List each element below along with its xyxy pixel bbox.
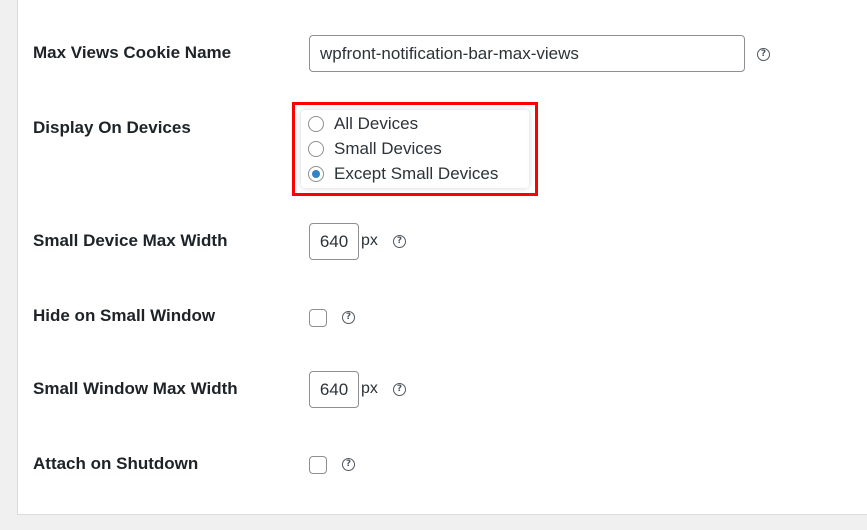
unit-label: px [361, 232, 378, 249]
max-views-cookie-input[interactable] [309, 35, 745, 72]
small-window-max-width-label: Small Window Max Width [33, 379, 238, 398]
hide-on-small-window-checkbox[interactable] [309, 309, 327, 327]
help-icon[interactable]: ? [393, 383, 406, 396]
hide-on-small-window-label: Hide on Small Window [33, 306, 216, 325]
unit-label: px [361, 380, 378, 397]
settings-panel [17, 0, 867, 515]
red-highlight-box [292, 102, 538, 196]
small-device-max-width-label: Small Device Max Width [33, 231, 228, 250]
help-icon[interactable]: ? [393, 235, 406, 248]
help-icon[interactable]: ? [757, 48, 770, 61]
max-views-cookie-label: Max Views Cookie Name [33, 43, 232, 62]
display-on-devices-label: Display On Devices [33, 118, 191, 137]
small-device-max-width-input[interactable] [309, 223, 359, 260]
attach-on-shutdown-label: Attach on Shutdown [33, 454, 199, 473]
help-icon[interactable]: ? [342, 458, 355, 471]
small-window-max-width-input[interactable] [309, 371, 359, 408]
attach-on-shutdown-checkbox[interactable] [309, 456, 327, 474]
help-icon[interactable]: ? [342, 311, 355, 324]
